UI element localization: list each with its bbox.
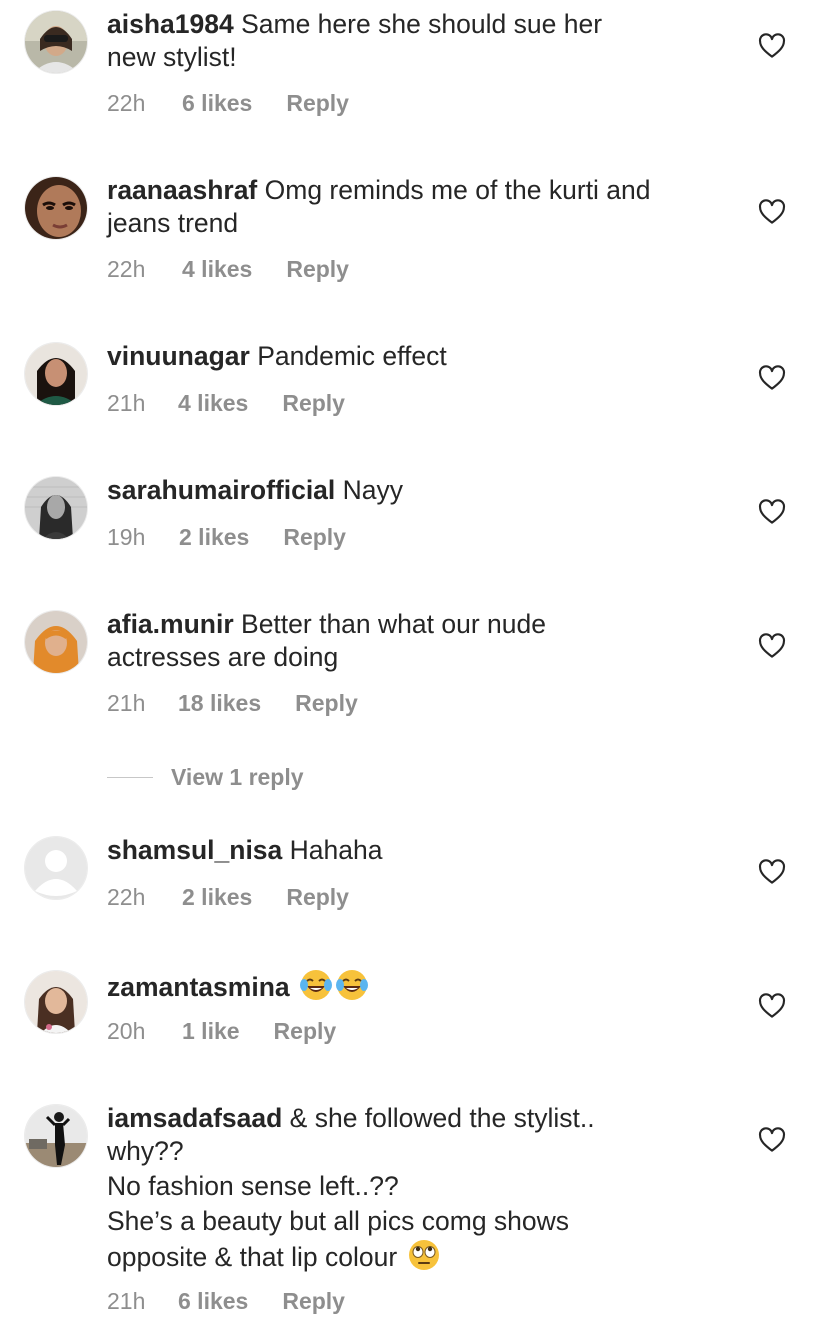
reply-button[interactable]: Reply bbox=[286, 88, 349, 118]
comment-body: actresses are doing bbox=[107, 642, 339, 672]
face-with-rolling-eyes-emoji bbox=[407, 1238, 441, 1272]
comment-text: vinuunagar Pandemic effect bbox=[107, 340, 727, 373]
comment-text: raanaashraf Omg reminds me of the kurti … bbox=[107, 174, 727, 240]
face-with-tears-of-joy-emoji bbox=[299, 968, 333, 1002]
comment-text: shamsul_nisa Hahaha bbox=[107, 834, 727, 867]
comment-text: aisha1984 Same here she should sue her n… bbox=[107, 8, 727, 74]
face-with-tears-of-joy-emoji bbox=[335, 968, 369, 1002]
comment-meta: 22h 4 likes Reply bbox=[107, 254, 349, 284]
likes-count[interactable]: 6 likes bbox=[178, 1286, 248, 1316]
avatar[interactable] bbox=[25, 1105, 87, 1167]
reply-button[interactable]: Reply bbox=[295, 688, 358, 718]
heart-outline-icon[interactable] bbox=[757, 31, 787, 61]
comment-body: No fashion sense left..?? bbox=[107, 1171, 399, 1201]
likes-count[interactable]: 4 likes bbox=[182, 254, 252, 284]
comment-meta: 22h 2 likes Reply bbox=[107, 882, 349, 912]
comment-time: 22h bbox=[107, 90, 146, 116]
comment-meta: 21h 18 likes Reply bbox=[107, 688, 358, 718]
comment-username[interactable]: shamsul_nisa bbox=[107, 835, 282, 865]
comment-meta: 19h 2 likes Reply bbox=[107, 522, 346, 552]
comment-meta: 21h 4 likes Reply bbox=[107, 388, 345, 418]
avatar[interactable] bbox=[25, 343, 87, 405]
comment-username[interactable]: sarahumairofficial bbox=[107, 475, 335, 505]
comment-username[interactable]: afia.munir bbox=[107, 609, 234, 639]
heart-outline-icon[interactable] bbox=[757, 363, 787, 393]
likes-count[interactable]: 18 likes bbox=[178, 688, 261, 718]
reply-button[interactable]: Reply bbox=[286, 882, 349, 912]
comment-username[interactable]: iamsadafsaad bbox=[107, 1103, 282, 1133]
avatar[interactable] bbox=[25, 837, 87, 899]
comment-body: Omg reminds me of the kurti and bbox=[264, 175, 651, 205]
comment-time: 19h bbox=[107, 524, 146, 550]
likes-count[interactable]: 2 likes bbox=[179, 522, 249, 552]
avatar[interactable] bbox=[25, 477, 87, 539]
comment-body: Pandemic effect bbox=[257, 341, 447, 371]
comment-body: & she followed the stylist.. bbox=[289, 1103, 595, 1133]
avatar[interactable] bbox=[25, 177, 87, 239]
comment-username[interactable]: zamantasmina bbox=[107, 972, 290, 1002]
likes-count[interactable]: 1 like bbox=[182, 1016, 240, 1046]
reply-button[interactable]: Reply bbox=[274, 1016, 337, 1046]
view-replies-button[interactable]: View 1 reply bbox=[107, 762, 304, 792]
comment-meta: 22h 6 likes Reply bbox=[107, 88, 349, 118]
comment-body: Same here she should sue her bbox=[241, 9, 603, 39]
comment-body: Hahaha bbox=[289, 835, 383, 865]
heart-outline-icon[interactable] bbox=[757, 631, 787, 661]
comment-time: 21h bbox=[107, 390, 146, 416]
heart-outline-icon[interactable] bbox=[757, 1125, 787, 1155]
comment-body: why?? bbox=[107, 1136, 184, 1166]
comment-body: Better than what our nude bbox=[241, 609, 546, 639]
comment-meta: 21h 6 likes Reply bbox=[107, 1286, 345, 1316]
reply-button[interactable]: Reply bbox=[286, 254, 349, 284]
comment-username[interactable]: aisha1984 bbox=[107, 9, 234, 39]
comment-text: afia.munir Better than what our nude act… bbox=[107, 608, 727, 674]
comment-username[interactable]: raanaashraf bbox=[107, 175, 257, 205]
comment-body: She’s a beauty but all pics comg shows bbox=[107, 1206, 570, 1236]
reply-button[interactable]: Reply bbox=[282, 1286, 345, 1316]
avatar[interactable] bbox=[25, 611, 87, 673]
replies-divider bbox=[107, 776, 153, 778]
comment-time: 22h bbox=[107, 884, 146, 910]
comment-time: 20h bbox=[107, 1018, 146, 1044]
comment-time: 22h bbox=[107, 256, 146, 282]
likes-count[interactable]: 6 likes bbox=[182, 88, 252, 118]
comment-meta: 20h 1 like Reply bbox=[107, 1016, 336, 1046]
comment-text: sarahumairofficial Nayy bbox=[107, 474, 727, 507]
comment-body: opposite & that lip colour bbox=[107, 1242, 398, 1272]
comment-time: 21h bbox=[107, 1288, 146, 1314]
comment-text: iamsadafsaad & she followed the stylist.… bbox=[107, 1102, 727, 1274]
comment-time: 21h bbox=[107, 690, 146, 716]
comment-username[interactable]: vinuunagar bbox=[107, 341, 250, 371]
avatar[interactable] bbox=[25, 11, 87, 73]
heart-outline-icon[interactable] bbox=[757, 497, 787, 527]
heart-outline-icon[interactable] bbox=[757, 197, 787, 227]
comment-body: Nayy bbox=[342, 475, 404, 505]
comment-text: zamantasmina bbox=[107, 968, 727, 1004]
heart-outline-icon[interactable] bbox=[757, 991, 787, 1021]
view-replies-label: View 1 reply bbox=[171, 763, 304, 790]
comment-body: new stylist! bbox=[107, 42, 237, 72]
likes-count[interactable]: 2 likes bbox=[182, 882, 252, 912]
comment-body: jeans trend bbox=[107, 208, 239, 238]
reply-button[interactable]: Reply bbox=[282, 388, 345, 418]
avatar[interactable] bbox=[25, 971, 87, 1033]
likes-count[interactable]: 4 likes bbox=[178, 388, 248, 418]
heart-outline-icon[interactable] bbox=[757, 857, 787, 887]
reply-button[interactable]: Reply bbox=[283, 522, 346, 552]
